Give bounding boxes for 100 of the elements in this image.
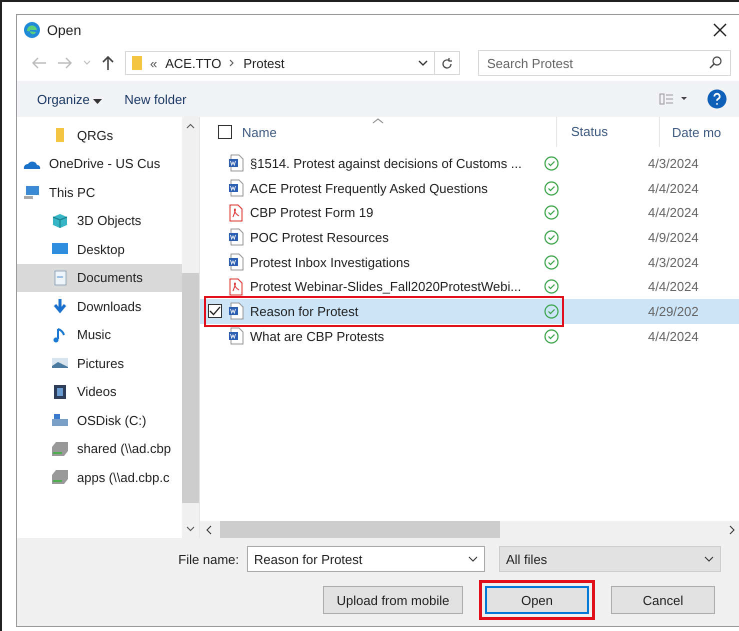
sidebar-item[interactable]: QRGs [17,121,182,150]
column-header[interactable]: Name [242,124,277,140]
breadcrumb[interactable]: Protest [243,56,285,70]
column-header[interactable]: Status [557,117,660,147]
scroll-down-icon[interactable] [186,526,195,532]
date-cell: 4/4/2024 [648,279,699,294]
dropdown-caret-icon[interactable] [418,60,428,66]
scroll-thumb[interactable] [182,272,199,502]
synced-check-icon [544,328,559,344]
computer-icon [23,184,41,200]
scroll-up-icon[interactable] [186,123,195,129]
chevron-right-icon [229,59,236,67]
refresh-icon [441,56,453,70]
file-name: Reason for Protest [250,304,358,319]
file-row[interactable]: POC Protest Resources 4/9/2024 [200,225,739,250]
sort-caret-icon [372,118,384,124]
organize-menu[interactable]: Organize [35,90,104,108]
cube-icon [51,212,69,229]
refresh-button[interactable] [434,51,460,75]
file-row[interactable]: §1514. Protest against decisions of Customs ... 4/3/2024 [200,151,739,176]
synced-check-icon [544,156,559,171]
address-bar[interactable]: « ACE.TTO Protest [125,51,435,75]
word-file-icon [228,327,244,346]
file-name: POC Protest Resources [250,230,389,245]
sidebar-item[interactable]: shared (\\ad.cbp [17,434,182,463]
file-name-field[interactable]: Reason for Protest [247,546,485,572]
new-folder-button[interactable]: New folder [122,90,189,108]
select-all-checkbox[interactable] [218,125,232,139]
network-drive-icon [51,440,69,457]
caret-down-icon [93,98,102,104]
sidebar-item[interactable]: Music [17,320,182,349]
sidebar-item[interactable]: Downloads [17,292,182,320]
sidebar-item[interactable]: Desktop [17,235,182,264]
up-arrow-icon[interactable] [101,55,115,71]
horizontal-scrollbar[interactable] [200,521,739,538]
word-file-icon [228,154,244,172]
column-header[interactable]: Date mo [660,124,722,140]
word-file-icon [228,228,244,246]
file-row[interactable]: ACE Protest Frequently Asked Questions 4/4/2024 [200,176,739,200]
drive-icon [51,412,69,428]
close-icon[interactable] [713,23,727,37]
search-field[interactable]: Search Protest [478,50,731,76]
file-name: What are CBP Protests [250,328,384,344]
file-name: §1514. Protest against decisions of Customs ... [250,156,522,171]
date-cell: 4/3/2024 [648,156,699,171]
pdf-file-icon [228,204,244,222]
scrollbar[interactable] [182,117,199,538]
browser-logo-icon [23,21,41,39]
overflow-chevron[interactable]: « [150,56,158,70]
sidebar-item[interactable]: Documents [17,264,182,292]
breadcrumb[interactable]: ACE.TTO [165,56,222,70]
dropdown-caret-icon[interactable] [468,556,478,562]
scroll-right-icon[interactable] [729,524,735,534]
date-cell: 4/29/202 [648,304,699,319]
date-cell: 4/4/2024 [648,205,699,220]
file-row[interactable]: What are CBP Protests 4/4/2024 [200,324,739,348]
sidebar-item[interactable]: Pictures [17,349,182,378]
window-title: Open [47,22,82,38]
synced-check-icon [544,279,559,294]
sidebar-item[interactable]: apps (\\ad.cbp.c [17,463,182,492]
network-drive-icon [51,469,69,486]
file-name: ACE Protest Frequently Asked Questions [250,180,488,196]
sidebar-item[interactable]: OneDrive - US Cus [17,150,182,178]
dialog-button[interactable]: Open [485,586,589,614]
word-file-icon [228,179,244,198]
date-cell: 4/4/2024 [648,180,699,196]
file-name: CBP Protest Form 19 [250,205,374,220]
file-name: Protest Inbox Investigations [250,254,410,270]
date-cell: 4/4/2024 [648,328,699,344]
file-name-label: File name: [178,552,239,566]
dropdown-caret-icon[interactable] [704,556,714,562]
synced-check-icon [544,230,559,245]
pdf-file-icon [228,278,244,296]
word-file-icon [228,253,244,272]
dialog-button[interactable]: Cancel [611,586,715,614]
file-row[interactable]: CBP Protest Form 19 4/4/2024 [200,200,739,226]
sidebar-item[interactable]: Videos [17,378,182,406]
film-icon [51,384,69,400]
word-file-icon [228,302,244,320]
view-options-icon[interactable] [659,93,689,105]
file-row[interactable]: Protest Webinar-Slides_Fall2020ProtestWebi... 4/4/2024 [200,274,739,300]
dialog-button[interactable]: Upload from mobile [323,586,463,614]
sidebar-item[interactable]: This PC [17,178,182,206]
folder-icon [132,55,142,71]
checkbox-checked[interactable] [208,304,222,318]
sidebar-item[interactable]: 3D Objects [17,206,182,235]
file-name: Protest Webinar-Slides_Fall2020ProtestWebi... [250,279,522,294]
file-row[interactable]: Protest Inbox Investigations 4/3/2024 [200,250,739,274]
synced-check-icon [544,180,559,196]
sidebar-item[interactable]: OSDisk (C:) [17,406,182,434]
scroll-left-icon[interactable] [206,524,212,534]
file-row[interactable]: Reason for Protest 4/29/202 [200,299,739,324]
synced-check-icon [544,205,559,220]
synced-check-icon [544,254,559,270]
scroll-thumb[interactable] [220,521,500,538]
search-icon [709,56,722,69]
help-icon[interactable] [707,89,727,109]
file-type-dropdown[interactable]: All files [499,546,721,572]
synced-check-icon [544,304,559,319]
download-arrow-icon [51,298,69,314]
